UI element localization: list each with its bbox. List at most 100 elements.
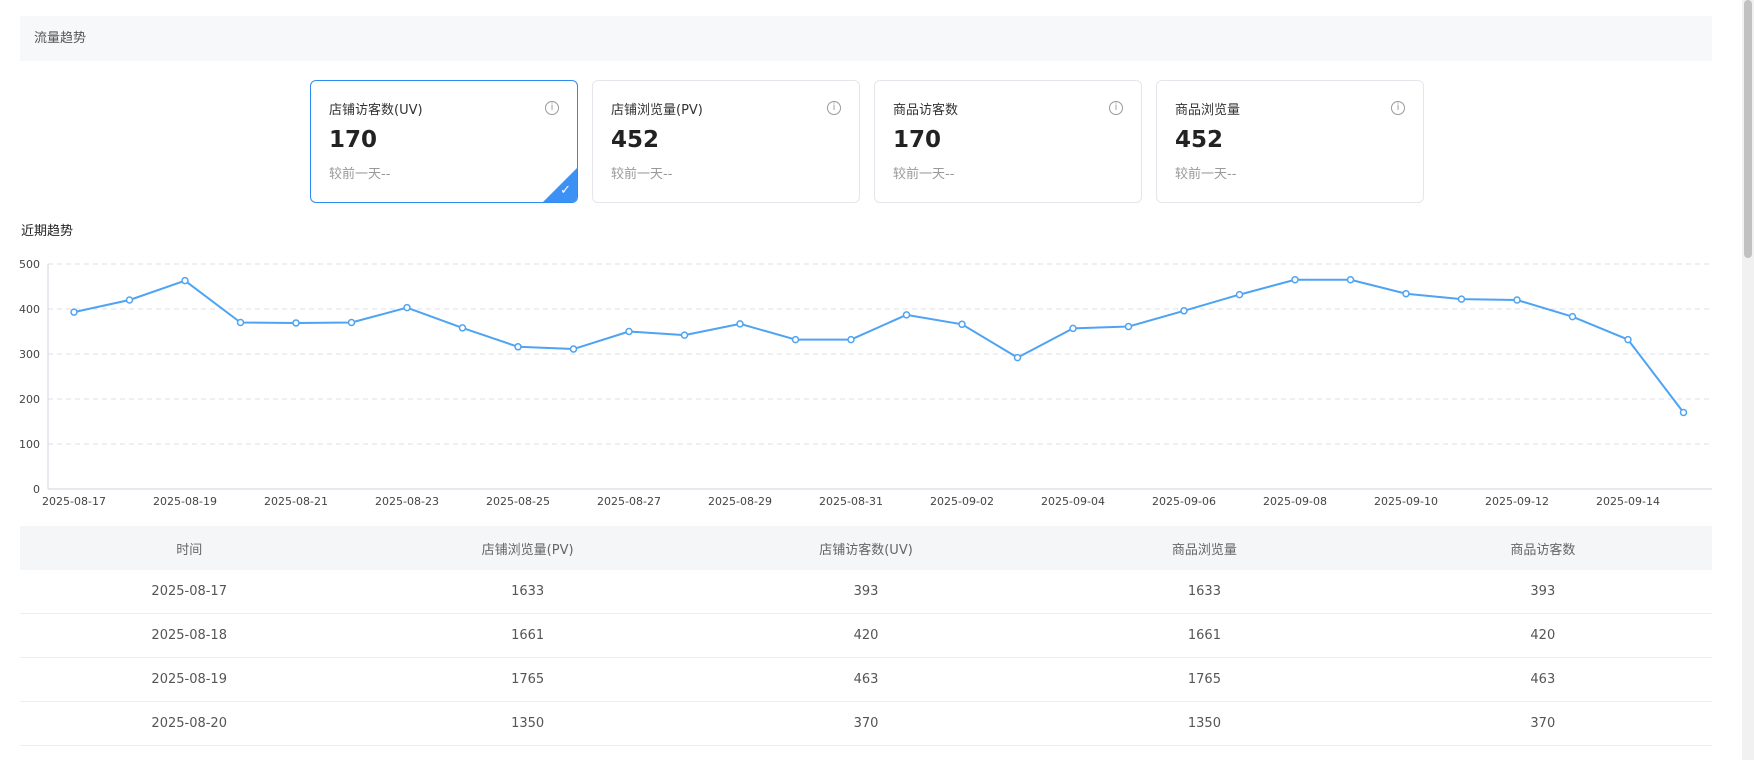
x-tick-label: 2025-09-04 (1041, 495, 1105, 508)
table-cell: 2025-08-18 (151, 628, 227, 643)
metric-card-store-pv[interactable]: 店铺浏览量(PV) i 452 较前一天-- (592, 80, 860, 203)
table-row: 2025-08-19 1765 463 1765 463 (20, 658, 1712, 702)
table-cell: 1350 (1187, 716, 1221, 731)
header-store-pv: 店铺浏览量(PV) (481, 542, 574, 558)
data-point (902, 311, 911, 319)
data-point (70, 308, 78, 316)
data-point (1624, 335, 1632, 344)
data-point (236, 318, 245, 327)
y-tick-label: 200 (19, 393, 40, 406)
data-point (736, 320, 744, 328)
data-point (292, 319, 300, 327)
table-cell: 1633 (1187, 584, 1221, 599)
table-cell: 2025-08-17 (151, 584, 227, 599)
header-time: 时间 (176, 542, 203, 558)
data-point (958, 320, 966, 329)
x-tick-label: 2025-08-19 (153, 495, 217, 508)
card-compare: 较前一天-- (1175, 167, 1237, 182)
check-icon: ✓ (560, 183, 571, 198)
page-scrollbar[interactable] (1742, 0, 1754, 760)
y-tick-label: 0 (33, 483, 40, 496)
table-cell: 393 (1530, 584, 1556, 599)
metric-card-store-uv[interactable]: 店铺访客数(UV) i 170 较前一天-- ✓ (310, 80, 578, 203)
data-point (1013, 353, 1022, 362)
header-product-uv: 商品访客数 (1510, 542, 1576, 558)
card-title: 店铺浏览量(PV) (611, 103, 703, 118)
data-point (569, 345, 578, 353)
data-point (347, 318, 356, 327)
x-tick-label: 2025-09-08 (1263, 495, 1327, 508)
table-cell: 1661 (1187, 628, 1221, 643)
data-point (514, 343, 522, 351)
data-point (458, 324, 467, 332)
trend-line-chart: 0 100 200 300 400 500 2025-08-17 2025-08-19 2025… (19, 258, 1712, 508)
metric-card-product-pv[interactable]: 商品浏览量 i 452 较前一天-- (1156, 80, 1424, 203)
metric-cards: 店铺访客数(UV) i 170 较前一天-- ✓ 店铺浏览量(PV) i 452… (310, 80, 1424, 203)
card-value: 170 (329, 127, 378, 153)
card-value: 452 (611, 127, 660, 153)
data-point (1679, 408, 1688, 417)
data-point (847, 335, 855, 344)
data-point (1124, 322, 1133, 331)
x-tick-label: 2025-09-02 (930, 495, 994, 508)
x-tick-label: 2025-08-17 (42, 495, 106, 508)
info-circle-icon[interactable]: i (545, 101, 559, 115)
y-tick-label: 300 (19, 348, 40, 361)
x-tick-label: 2025-09-14 (1596, 495, 1660, 508)
data-point (181, 276, 189, 285)
card-value: 170 (893, 127, 942, 153)
table-cell: 463 (853, 672, 879, 687)
info-circle-icon[interactable]: i (827, 101, 841, 115)
table-cell: 2025-08-20 (151, 716, 227, 731)
y-tick-label: 400 (19, 303, 40, 316)
card-title: 商品浏览量 (1175, 103, 1241, 118)
data-point (125, 296, 134, 304)
table-cell: 1350 (511, 716, 545, 731)
section-title: 流量趋势 (34, 31, 87, 46)
table-row: 2025-08-20 1350 370 1350 370 (20, 702, 1712, 746)
table-row: 2025-08-18 1661 420 1661 420 (20, 614, 1712, 658)
info-circle-icon[interactable]: i (1109, 101, 1123, 115)
x-tick-label: 2025-09-06 (1152, 495, 1216, 508)
y-tick-label: 100 (19, 438, 40, 451)
data-point (1346, 276, 1355, 284)
data-point (1568, 312, 1577, 321)
data-point (1180, 307, 1188, 315)
info-circle-icon[interactable]: i (1391, 101, 1405, 115)
table-cell: 1765 (1187, 672, 1221, 687)
data-table: 时间 店铺浏览量(PV) 店铺访客数(UV) 商品浏览量 商品访客数 2025-… (20, 526, 1712, 746)
x-tick-label: 2025-08-29 (708, 495, 772, 508)
table-cell: 370 (1530, 716, 1556, 731)
table-cell: 370 (853, 716, 879, 731)
header-store-uv: 店铺访客数(UV) (819, 542, 913, 558)
data-point (403, 303, 411, 312)
trend-title: 近期趋势 (21, 224, 74, 239)
card-title: 商品访客数 (893, 103, 959, 118)
x-tick-label: 2025-08-23 (375, 495, 439, 508)
card-compare: 较前一天-- (611, 167, 673, 182)
card-value: 452 (1175, 127, 1224, 153)
x-tick-label: 2025-09-10 (1374, 495, 1438, 508)
data-point (1402, 289, 1410, 298)
table-row: 2025-08-17 1633 393 1633 393 (20, 570, 1712, 614)
data-point (1291, 276, 1299, 284)
table-cell: 1765 (511, 672, 545, 687)
card-compare: 较前一天-- (329, 167, 391, 182)
data-point (625, 327, 633, 336)
header-product-pv: 商品浏览量 (1171, 542, 1237, 558)
table-header: 时间 店铺浏览量(PV) 店铺访客数(UV) 商品浏览量 商品访客数 (20, 526, 1712, 570)
y-tick-label: 500 (19, 258, 40, 271)
table-cell: 463 (1530, 672, 1556, 687)
x-tick-label: 2025-08-27 (597, 495, 661, 508)
series-line (73, 278, 1685, 414)
x-tick-label: 2025-08-31 (819, 495, 883, 508)
table-cell: 2025-08-19 (151, 672, 227, 687)
data-point (1235, 290, 1244, 299)
table-cell: 1633 (511, 584, 545, 599)
scrollbar-thumb[interactable] (1744, 0, 1752, 258)
data-point (1513, 296, 1521, 304)
x-tick-label: 2025-08-21 (264, 495, 328, 508)
metric-card-product-uv[interactable]: 商品访客数 i 170 较前一天-- (874, 80, 1142, 203)
data-point (1069, 324, 1077, 333)
x-tick-label: 2025-08-25 (486, 495, 550, 508)
